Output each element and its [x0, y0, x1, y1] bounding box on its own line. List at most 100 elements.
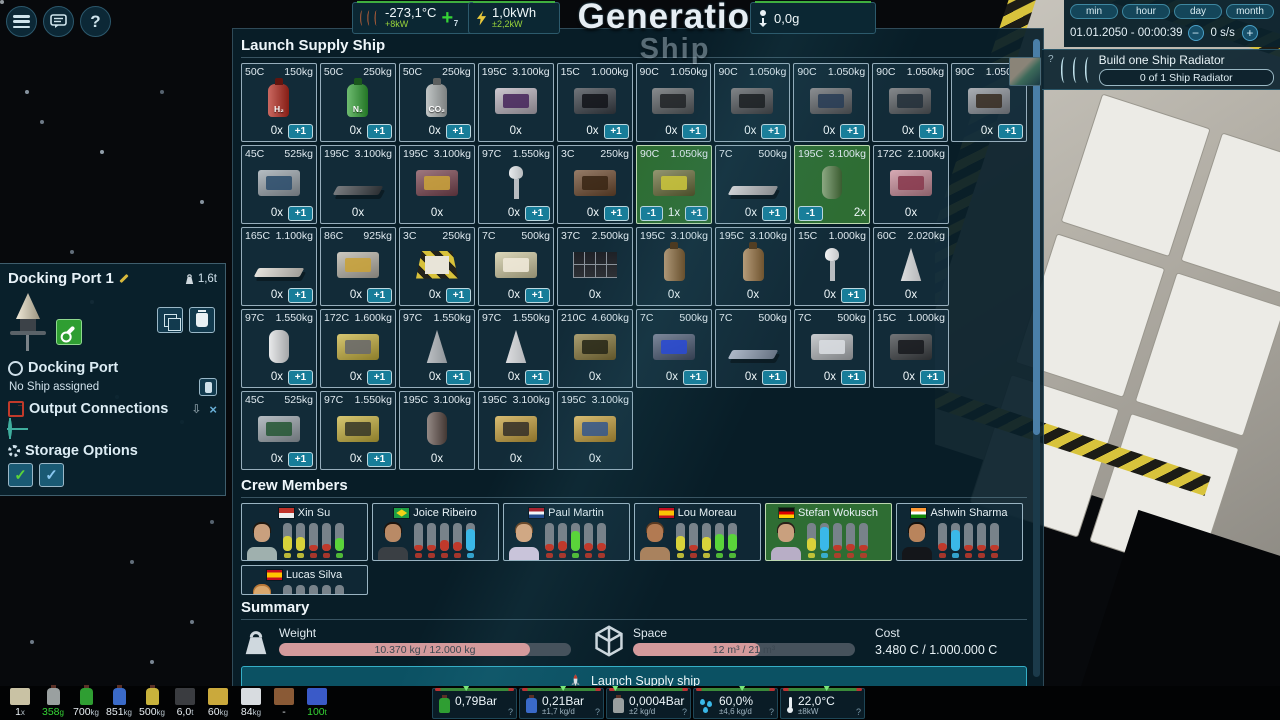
increase-button[interactable]: +1 [762, 370, 787, 385]
increase-button[interactable]: +1 [682, 124, 707, 139]
o2-pressure-gauge[interactable]: 0,21Bar±1,7 kg/d? [519, 688, 604, 719]
supply-cell[interactable]: 15C1.000kg0x+1 [794, 227, 870, 306]
supply-cell[interactable]: 165C1.100kg0x+1 [241, 227, 317, 306]
disconnect-icon[interactable]: × [209, 402, 217, 417]
increase-button[interactable]: +1 [919, 124, 944, 139]
supply-cell[interactable]: 50C150kgH₂0x+1 [241, 63, 317, 142]
increase-button[interactable]: +1 [288, 370, 313, 385]
supply-cell[interactable]: 86C925kg0x+1 [320, 227, 396, 306]
supply-cell[interactable]: 3C250kg0x+1 [557, 145, 633, 224]
gauge-help-icon[interactable]: ? [682, 707, 687, 717]
supply-cell[interactable]: 37C2.500kg0x [557, 227, 633, 306]
increase-button[interactable]: +1 [288, 206, 313, 221]
increase-button[interactable]: +1 [288, 288, 313, 303]
supply-cell[interactable]: 50C250kgCO₂0x+1 [399, 63, 475, 142]
supply-cell[interactable]: 7C500kg0x+1 [478, 227, 554, 306]
storage-toggle-export[interactable]: ✓ [39, 463, 64, 487]
cabin-temperature-gauge[interactable]: 22,0°C±8kW? [780, 688, 865, 719]
humidity-gauge[interactable]: 60,0%±4,6 kg/d? [693, 688, 778, 719]
supply-cell[interactable]: 90C1.050kg0x+1 [636, 63, 712, 142]
supply-cell[interactable]: 15C1.000kg0x+1 [873, 309, 949, 388]
gauge-help-icon[interactable]: ? [508, 707, 513, 717]
supply-cell[interactable]: 195C3.100kg0x [478, 63, 554, 142]
delete-button[interactable] [189, 307, 215, 333]
co2-pressure-gauge[interactable]: 0,0004Bar±2 kg/d? [606, 688, 691, 719]
crew-card[interactable]: Paul Martin [503, 503, 630, 561]
increase-button[interactable]: +1 [525, 288, 550, 303]
increase-button[interactable]: +1 [998, 124, 1023, 139]
supply-cell[interactable]: 210C4.600kg0x [557, 309, 633, 388]
increase-button[interactable]: +1 [604, 206, 629, 221]
decrease-button[interactable]: -1 [798, 206, 823, 221]
supply-cell[interactable]: 195C3.100kg0x [557, 391, 633, 470]
increase-button[interactable]: +1 [761, 124, 786, 139]
import-icon[interactable]: ⇩ [191, 402, 201, 416]
crew-card[interactable]: Lucas Silva [241, 565, 368, 595]
increase-button[interactable]: +1 [840, 124, 865, 139]
increase-button[interactable]: +1 [367, 452, 392, 467]
increase-button[interactable]: +1 [446, 370, 471, 385]
storage-toggle-import[interactable]: ✓ [8, 463, 33, 487]
supply-cell[interactable]: 195C3.100kg0x [715, 227, 791, 306]
time-step-min[interactable]: min [1070, 4, 1118, 19]
configure-button[interactable] [56, 319, 82, 345]
increase-button[interactable]: +1 [288, 452, 313, 467]
supply-cell[interactable]: 15C1.000kg0x+1 [557, 63, 633, 142]
increase-button[interactable]: +1 [525, 206, 550, 221]
speed-decrease-button[interactable]: − [1188, 25, 1204, 41]
select-target-button[interactable] [8, 421, 12, 436]
crew-card[interactable]: Ashwin Sharma [896, 503, 1023, 561]
gravity-gauge[interactable]: 0,0g [750, 2, 876, 34]
temperature-gauge[interactable]: -273,1°C +8kW +7 [352, 2, 478, 34]
increase-button[interactable]: +1 [841, 370, 866, 385]
supply-cell[interactable]: 90C1.050kg0x+1 [872, 63, 948, 142]
time-step-month[interactable]: month [1226, 4, 1274, 19]
edit-icon[interactable] [119, 274, 128, 283]
increase-button[interactable]: +1 [446, 288, 471, 303]
crew-card[interactable]: Joice Ribeiro [372, 503, 499, 561]
supply-cell[interactable]: 90C1.050kg-11x+1 [636, 145, 712, 224]
supply-cell[interactable]: 172C2.100kg0x [873, 145, 949, 224]
increase-button[interactable]: +1 [685, 206, 708, 221]
supply-cell[interactable]: 195C3.100kg0x [636, 227, 712, 306]
increase-button[interactable]: +1 [683, 370, 708, 385]
assign-ship-button[interactable] [199, 378, 217, 396]
help-button[interactable]: ? [80, 6, 111, 37]
supply-cell[interactable]: 195C3.100kg-12x [794, 145, 870, 224]
supply-cell[interactable]: 50C250kgN₂0x+1 [320, 63, 396, 142]
supply-cell[interactable]: 172C1.600kg0x+1 [320, 309, 396, 388]
supply-cell[interactable]: 97C1.550kg0x+1 [320, 391, 396, 470]
increase-button[interactable]: +1 [525, 370, 550, 385]
supply-cell[interactable]: 90C1.050kg0x+1 [793, 63, 869, 142]
supply-cell[interactable]: 97C1.550kg0x+1 [399, 309, 475, 388]
crew-card[interactable]: Lou Moreau [634, 503, 761, 561]
n2-pressure-gauge[interactable]: 0,79Bar? [432, 688, 517, 719]
supply-cell[interactable]: 195C3.100kg0x [478, 391, 554, 470]
chat-button[interactable] [43, 6, 74, 37]
increase-button[interactable]: +1 [288, 124, 313, 139]
increase-button[interactable]: +1 [367, 124, 392, 139]
panel-scrollbar[interactable] [1033, 39, 1040, 677]
supply-cell[interactable]: 60C2.020kg0x [873, 227, 949, 306]
supply-cell[interactable]: 97C1.550kg0x+1 [241, 309, 317, 388]
supply-cell[interactable]: 195C3.100kg0x [399, 391, 475, 470]
gauge-help-icon[interactable]: ? [595, 707, 600, 717]
supply-cell[interactable]: 90C1.050kg0x+1 [714, 63, 790, 142]
decrease-button[interactable]: -1 [640, 206, 663, 221]
supply-cell[interactable]: 45C525kg0x+1 [241, 145, 317, 224]
gauge-help-icon[interactable]: ? [769, 707, 774, 717]
supply-cell[interactable]: 7C500kg0x+1 [636, 309, 712, 388]
increase-button[interactable]: +1 [367, 370, 392, 385]
increase-button[interactable]: +1 [367, 288, 392, 303]
supply-cell[interactable]: 195C3.100kg0x [399, 145, 475, 224]
increase-button[interactable]: +1 [446, 124, 471, 139]
supply-cell[interactable]: 7C500kg0x+1 [715, 145, 791, 224]
supply-cell[interactable]: 97C1.550kg0x+1 [478, 309, 554, 388]
time-step-hour[interactable]: hour [1122, 4, 1170, 19]
increase-button[interactable]: +1 [920, 370, 945, 385]
gauge-help-icon[interactable]: ? [856, 707, 861, 717]
supply-cell[interactable]: 195C3.100kg0x [320, 145, 396, 224]
increase-button[interactable]: +1 [841, 288, 866, 303]
menu-button[interactable] [6, 6, 37, 37]
time-step-day[interactable]: day [1174, 4, 1222, 19]
